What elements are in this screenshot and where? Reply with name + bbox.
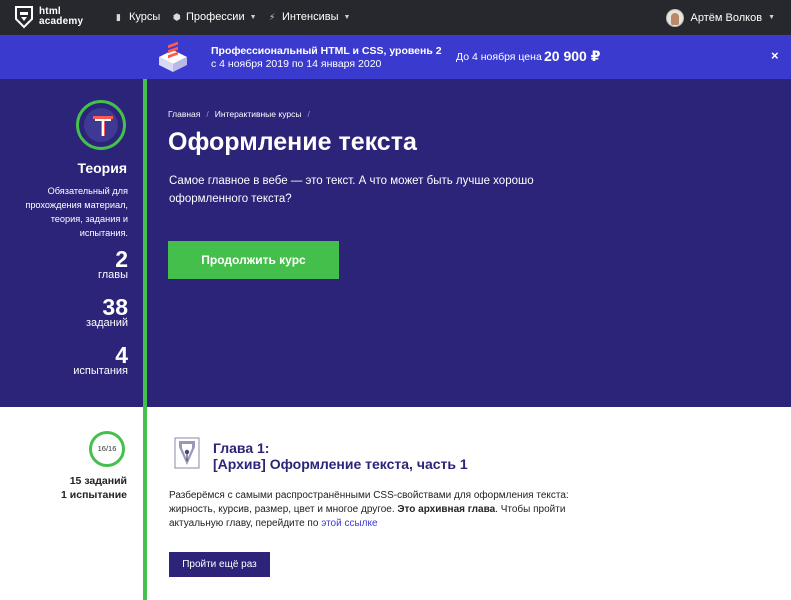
- text-t-icon: [93, 116, 113, 136]
- shield-logo-icon: [15, 6, 33, 29]
- chapter-archive-note: Это архивная глава: [397, 504, 496, 515]
- chapter-tasks-count: 15 заданий: [69, 475, 127, 487]
- nav-professions-label: Профессии: [186, 11, 245, 23]
- course-description: Самое главное в вебе — это текст. А что …: [169, 175, 534, 205]
- chevron-down-icon: ▼: [768, 14, 775, 21]
- pen-nib-icon: [174, 437, 200, 469]
- breadcrumb-home[interactable]: Главная: [168, 109, 200, 119]
- nav-courses-label: Курсы: [129, 11, 161, 23]
- book-icon: ▮: [116, 12, 121, 22]
- theory-badge: [76, 100, 126, 150]
- logo-text: html academy: [39, 7, 83, 27]
- promo-dates: с 4 ноября 2019 по 14 января 2020: [211, 58, 382, 70]
- chapter-description: Разберёмся с самыми распространёнными CS…: [169, 489, 599, 531]
- tasks-count: 38: [102, 294, 128, 320]
- course-hero: Теория Обязательный для прохождения мате…: [0, 79, 791, 407]
- theory-description: Обязательный для прохождения материал, т…: [25, 186, 128, 238]
- user-name: Артём Волков: [690, 11, 763, 24]
- breadcrumb: Главная / Интерактивные курсы /: [168, 109, 316, 119]
- avatar: [665, 8, 684, 27]
- tests-label: испытания: [73, 365, 128, 377]
- nav-intensives[interactable]: ⚡ Интенсивы ▼: [269, 0, 350, 35]
- retry-chapter-button[interactable]: Пройти ещё раз: [169, 552, 270, 577]
- breadcrumb-separator: /: [307, 109, 310, 119]
- progress-timeline: [143, 79, 147, 600]
- breadcrumb-separator: /: [206, 109, 209, 119]
- theory-sidebar: Теория Обязательный для прохождения мате…: [0, 79, 145, 407]
- chapter-title[interactable]: [Архив] Оформление текста, часть 1: [213, 456, 468, 472]
- tests-count: 4: [115, 342, 128, 368]
- nav-professions[interactable]: ⬢ Профессии ▼: [173, 0, 257, 35]
- page-title: Оформление текста: [168, 128, 417, 156]
- chevron-down-icon: ▼: [249, 14, 257, 21]
- promo-banner[interactable]: Профессиональный HTML и CSS, уровень 2 с…: [0, 35, 791, 79]
- promo-price-label: До 4 ноября цена: [456, 51, 542, 63]
- promo-price: 20 900 ₽: [544, 48, 601, 64]
- theory-badge-inner: [84, 108, 118, 142]
- chevron-down-icon: ▼: [343, 14, 351, 21]
- chapter-progress-badge: 16/16: [89, 431, 125, 467]
- theory-title: Теория: [77, 160, 127, 176]
- chapters-label: главы: [97, 269, 128, 281]
- html-academy-logo[interactable]: html academy: [14, 5, 92, 30]
- breadcrumb-interactive-courses[interactable]: Интерактивные курсы: [215, 109, 302, 119]
- chapter-label: Глава 1:: [213, 440, 270, 456]
- cube-icon: ⬢: [173, 12, 181, 22]
- logo-line-2: academy: [39, 16, 84, 27]
- actual-chapter-link[interactable]: этой ссылке: [321, 518, 377, 529]
- promo-title: Профессиональный HTML и CSS, уровень 2: [211, 45, 442, 57]
- nav-courses[interactable]: ▮ Курсы: [116, 0, 160, 35]
- nav-intensives-label: Интенсивы: [282, 11, 339, 23]
- close-icon[interactable]: ×: [771, 48, 779, 63]
- top-nav: html academy ▮ Курсы ⬢ Профессии ▼ ⚡ Интенси…: [0, 0, 791, 35]
- course-logo-icon: [159, 41, 187, 72]
- lightning-icon: ⚡: [269, 12, 276, 22]
- tasks-label: заданий: [85, 317, 128, 329]
- chapters-count: 2: [115, 246, 128, 272]
- continue-course-button[interactable]: Продолжить курс: [168, 241, 339, 279]
- user-menu[interactable]: Артём Волков ▼: [665, 0, 775, 35]
- chapter-tests-count: 1 испытание: [61, 489, 127, 501]
